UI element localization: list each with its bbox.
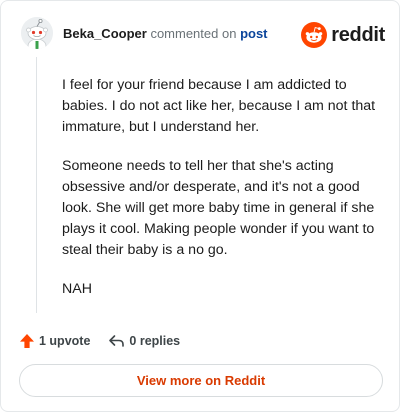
view-more-button[interactable]: View more on Reddit xyxy=(19,364,383,397)
upvote-button[interactable]: 1 upvote xyxy=(19,333,90,349)
replies-button[interactable]: 0 replies xyxy=(108,333,180,349)
comment-header: Beka_Cooper commented on post reddit xyxy=(21,17,385,51)
reddit-snoo-icon xyxy=(301,22,328,48)
user-avatar[interactable] xyxy=(21,17,53,49)
username-link[interactable]: Beka_Cooper xyxy=(63,26,147,41)
reply-count: 0 replies xyxy=(129,334,181,348)
upvote-arrow-icon xyxy=(20,334,34,348)
reply-arrow-icon xyxy=(109,335,125,347)
reddit-logo[interactable]: reddit xyxy=(301,22,385,48)
snoo-avatar-icon xyxy=(21,17,53,49)
byline: Beka_Cooper commented on post xyxy=(63,26,268,41)
embed-card: Beka_Cooper commented on post reddit I f… xyxy=(0,0,400,412)
upvote-count: 1 upvote xyxy=(39,334,91,348)
comment-actions: 1 upvote 0 replies xyxy=(19,331,180,351)
comment-paragraph: Someone needs to tell her that she's act… xyxy=(62,158,375,258)
comment-body: I feel for your friend because I am addi… xyxy=(62,75,382,318)
comment-paragraph: I feel for your friend because I am addi… xyxy=(62,77,376,135)
reddit-wordmark: reddit xyxy=(331,24,385,46)
post-link[interactable]: post xyxy=(240,26,267,41)
thread-line xyxy=(36,57,37,313)
commented-on-text: commented on xyxy=(150,26,237,41)
comment-paragraph: NAH xyxy=(62,281,92,297)
